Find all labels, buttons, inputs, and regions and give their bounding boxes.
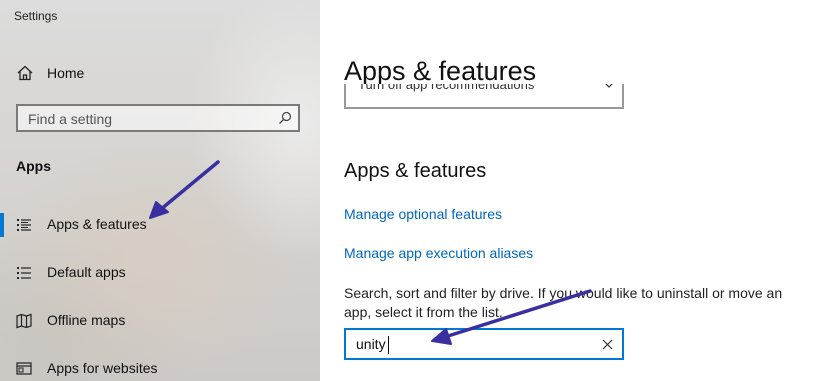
search-description: Search, sort and filter by drive. If you… <box>344 285 783 320</box>
page-title: Apps & features <box>344 56 537 86</box>
sidebar-item-apps-for-websites[interactable]: Apps for websites <box>0 352 320 381</box>
main-content: Apps & features Turn off app recommendat… <box>320 0 813 381</box>
app-search-input[interactable] <box>356 334 586 354</box>
sidebar-item-apps-features[interactable]: Apps & features <box>0 208 320 242</box>
offline-maps-icon <box>16 313 32 329</box>
app-recommendations-dropdown[interactable]: Turn off app recommendations <box>344 84 624 109</box>
app-search-box <box>344 328 624 360</box>
nav-home-label: Home <box>47 65 85 81</box>
find-setting-input[interactable] <box>26 108 270 130</box>
search-icon[interactable] <box>278 111 292 125</box>
apps-features-icon <box>17 219 31 231</box>
sidebar-item-default-apps[interactable]: Default apps <box>0 256 320 290</box>
chevron-down-icon <box>605 84 613 88</box>
settings-window: Settings Home Apps <box>0 0 813 381</box>
default-apps-icon <box>17 267 31 279</box>
sidebar-item-label: Default apps <box>47 264 126 280</box>
selected-indicator <box>0 213 4 237</box>
section-heading: Apps & features <box>344 160 487 182</box>
sidebar-item-offline-maps[interactable]: Offline maps <box>0 304 320 338</box>
text-cursor <box>388 336 389 354</box>
home-icon <box>17 65 33 81</box>
apps-for-websites-icon <box>16 362 32 375</box>
sidebar-item-label: Apps & features <box>47 216 147 232</box>
sidebar-item-label: Offline maps <box>47 312 126 328</box>
manage-app-execution-aliases-link[interactable]: Manage app execution aliases <box>344 245 533 261</box>
find-setting-search <box>16 104 300 132</box>
sidebar-section-heading: Apps <box>16 158 51 174</box>
dropdown-value: Turn off app recommendations <box>358 84 535 92</box>
nav-home[interactable]: Home <box>16 63 84 83</box>
sidebar-item-label: Apps for websites <box>47 360 158 376</box>
close-icon[interactable] <box>602 339 613 350</box>
app-title: Settings <box>14 9 58 23</box>
manage-optional-features-link[interactable]: Manage optional features <box>344 206 502 222</box>
sidebar: Settings Home Apps <box>0 0 320 381</box>
